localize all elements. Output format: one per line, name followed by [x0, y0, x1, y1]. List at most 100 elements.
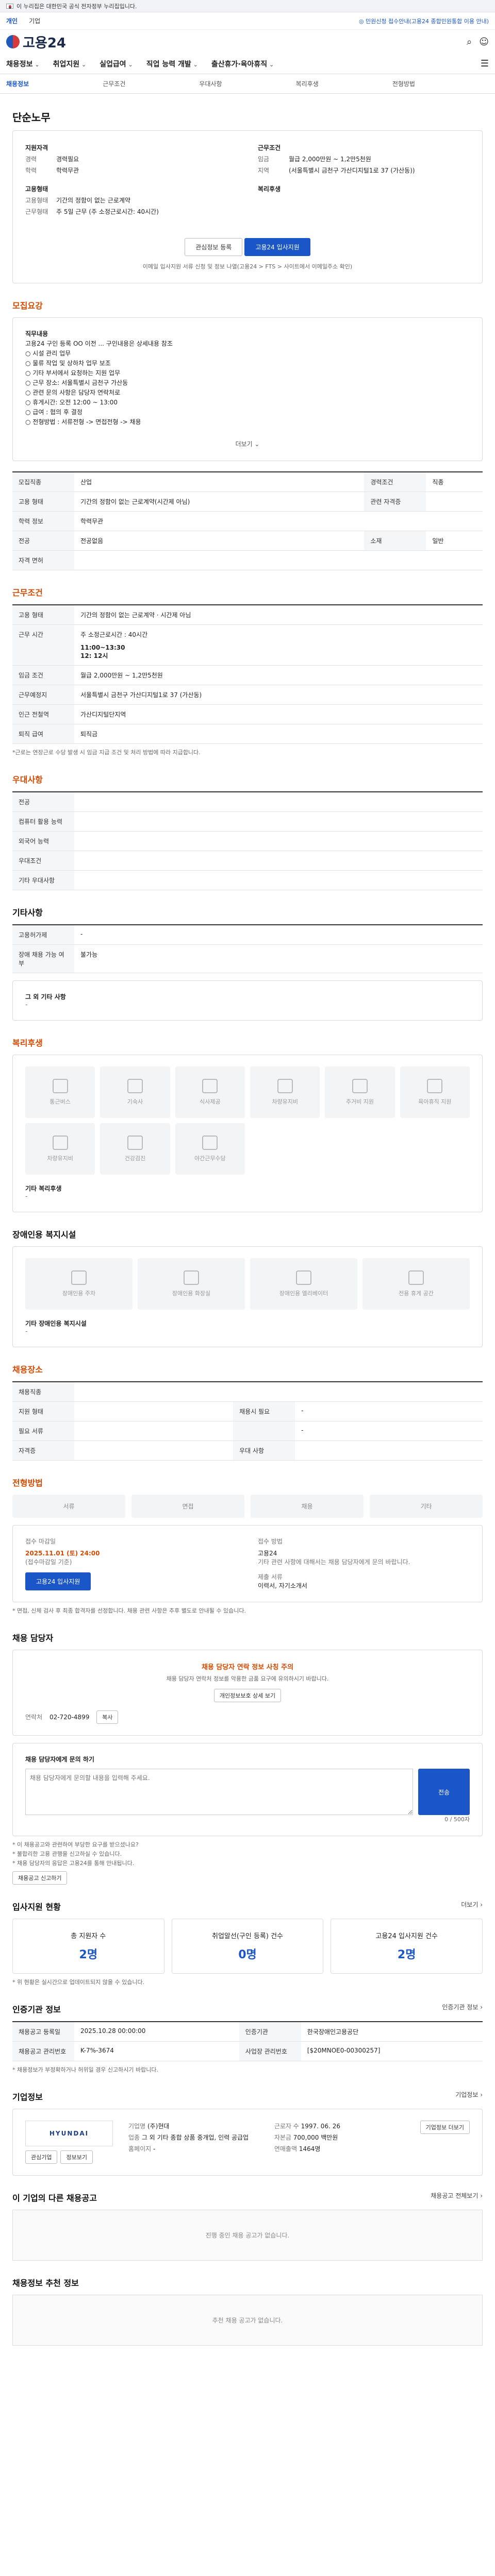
moon-icon — [202, 1136, 218, 1150]
table-header: 자격 면허 — [12, 550, 74, 570]
save-button[interactable]: 관심정보 등록 — [185, 238, 243, 256]
table-cell: - — [295, 1421, 483, 1441]
apply-button[interactable]: 고용24 입사지원 — [244, 238, 310, 256]
summary-label: 경력 — [25, 156, 37, 163]
company-info-button[interactable]: 정보보기 — [60, 2150, 93, 2164]
recruit-line: ○ 관련 문의 사항은 담당자 연락처로 — [25, 389, 121, 396]
table-cell — [426, 492, 483, 512]
welfare-label: 차량유지비 — [272, 1098, 298, 1105]
menu-icon[interactable]: ☰ — [481, 58, 489, 69]
more-button[interactable]: 더보기 ⌄ — [25, 439, 470, 449]
stat-card: 취업알선(구인 등록) 건수 0명 — [171, 1919, 324, 1974]
welfare-label: 기숙사 — [127, 1098, 143, 1105]
report-button[interactable]: 채용공고 신고하기 — [12, 1871, 68, 1885]
top-link-company[interactable]: 기업 — [29, 16, 40, 25]
tab-preferences[interactable]: 우대사항 — [199, 79, 295, 88]
site-logo[interactable]: 고용24 — [6, 32, 66, 52]
preferences-title: 우대사항 — [12, 775, 43, 785]
summary-label: 근무형태 — [25, 208, 48, 215]
company-label: 연매출액 — [274, 2145, 297, 2153]
welfare-label: 육아휴직 지원 — [418, 1098, 452, 1105]
user-icon[interactable]: ☺ — [479, 37, 489, 47]
table-cell — [74, 792, 483, 812]
top-link-personal[interactable]: 개인 — [6, 16, 18, 25]
info-more[interactable]: 인증기관 정보 › — [442, 2003, 483, 2011]
nav-unemployment[interactable]: 실업급여 — [100, 59, 133, 69]
recommend-empty: 추천 채용 공고가 없습니다. — [12, 2295, 483, 2346]
selection-steps: 서류 면접 채용 기타 — [12, 1495, 483, 1518]
main-nav: 채용정보 취업지원 실업급여 직업 능력 개발 출산휴가·육아휴직 ☰ — [0, 54, 495, 74]
search-icon[interactable]: ⌕ — [467, 37, 472, 47]
car-icon — [277, 1079, 293, 1093]
company-more[interactable]: 기업정보 › — [455, 2090, 483, 2099]
stat-label: 고용24 입사지원 건수 — [375, 1933, 438, 1940]
stat-card: 고용24 입사지원 건수 2명 — [331, 1919, 483, 1974]
welfare-title: 복리후생 — [12, 1038, 43, 1048]
meal-icon — [202, 1079, 218, 1093]
company-label: 업종 — [128, 2134, 140, 2141]
table-cell: 한국장애인고용공단 — [301, 2022, 483, 2042]
similar-title: 이 기업의 다른 채용공고 채용공고 전체보기 › — [12, 2191, 483, 2204]
similar-more[interactable]: 채용공고 전체보기 › — [431, 2191, 483, 2200]
stats-title-text: 입사지원 현황 — [12, 1902, 61, 1912]
company-view-button[interactable]: 기업정보 더보기 — [420, 2121, 470, 2134]
welfare-item: 주거비 지원 — [325, 1066, 395, 1118]
toilet-icon — [184, 1270, 199, 1285]
tab-conditions[interactable]: 근무조건 — [103, 79, 199, 88]
other-extra-value: - — [25, 1001, 28, 1009]
tab-selection[interactable]: 전형방법 — [392, 79, 489, 88]
send-button[interactable]: 전송 — [418, 1769, 470, 1815]
table-cell: 기간의 정함이 없는 근로계약 · 시간제 아님 — [74, 605, 483, 625]
disabled-title: 장애인용 복지시설 — [12, 1230, 76, 1240]
table-cell: 2025.10.28 00:00:00 — [74, 2022, 239, 2042]
nav-employment[interactable]: 취업지원 — [53, 59, 87, 69]
step-item: 면접 — [131, 1495, 244, 1518]
privacy-button[interactable]: 개인정보보호 상세 보기 — [213, 1689, 282, 1702]
nav-training[interactable]: 직업 능력 개발 — [146, 59, 198, 69]
table-cell: 산업 — [74, 472, 365, 492]
company-label: 근로자 수 — [274, 2123, 299, 2130]
company-capital: 700,000 백만원 — [293, 2134, 338, 2141]
nav-leave[interactable]: 출산휴가·육아휴직 — [211, 59, 274, 69]
table-cell: 기간의 정함이 없는 근로계약(시간제 아님) — [74, 492, 365, 512]
follow-company-button[interactable]: 관심기업 — [25, 2150, 58, 2164]
recommend-title-text: 채용정보 추천 정보 — [12, 2278, 79, 2288]
selection-footnote: * 면접, 신체 검사 후 최종 합격자를 선정합니다. 채용 관련 사항은 추… — [12, 1607, 246, 1614]
company-label: 자본금 — [274, 2134, 291, 2141]
inquiry-input[interactable] — [25, 1769, 413, 1815]
alert-text: 채용 담당자 연락처 정보를 악용한 금품 요구에 유의하시기 바랍니다. — [166, 1675, 329, 1682]
tab-welfare[interactable]: 복리후생 — [296, 79, 392, 88]
table-cell — [74, 1401, 234, 1421]
method: 고용24 — [258, 1550, 277, 1557]
stats-more[interactable]: 더보기 › — [461, 1900, 483, 1909]
phone-label: 연락처 — [25, 1714, 43, 1721]
header: 고용24 ⌕ ☺ — [0, 30, 495, 54]
break-hours: 12: 12시 — [80, 652, 108, 659]
apply-button-2[interactable]: 고용24 입사지원 — [25, 1572, 91, 1590]
similar-empty: 진행 중인 채용 공고가 없습니다. — [12, 2210, 483, 2261]
recruit-body: 직무내용 고용24 구인 등록 OO 이전 ... 구인내용은 상세내용 참조 … — [12, 317, 483, 461]
table-cell: 주 소정근로시간 : 40시간 — [80, 631, 148, 638]
welfare-other-title: 기타 복리후생 — [25, 1185, 62, 1192]
logo-text: 고용24 — [23, 35, 67, 51]
other-extra-title: 그 외 기타 사항 — [25, 993, 66, 1001]
conditions-table: 고용 형태 기간의 정함이 없는 근로계약 · 시간제 아님 근무 시간 주 소정근… — [12, 604, 483, 744]
nav-jobs[interactable]: 채용정보 — [6, 59, 40, 69]
company-site[interactable]: - — [153, 2145, 155, 2153]
info-note: * 채용정보가 부정확하거나 허위일 경우 신고하시기 바랍니다. — [12, 2066, 158, 2073]
tab-jobs[interactable]: 채용정보 — [6, 79, 103, 88]
bus-icon — [52, 1079, 68, 1093]
deadline-note: (접수마감일 기준) — [25, 1558, 72, 1566]
recruit-line: ○ 휴게시간: 오전 12:00 ~ 13:00 — [25, 399, 118, 406]
top-notice[interactable]: ◎ 민원신청 접수안내(고용24 종합민원통합 이용 안내) — [359, 17, 489, 25]
table-header: 관련 자격증 — [364, 492, 426, 512]
welfare-label: 식사제공 — [200, 1098, 221, 1105]
contact-note: * 채용 담당자의 응답은 고용24를 통해 안내됩니다. — [12, 1860, 135, 1867]
copy-button[interactable]: 복사 — [96, 1710, 119, 1724]
step-item: 기타 — [370, 1495, 483, 1518]
welfare-item: 기숙사 — [100, 1066, 170, 1118]
welfare-item: 차량유지비 — [25, 1123, 95, 1175]
table-header: 채용공고 관리번호 — [12, 2041, 74, 2061]
recruit-line: ○ 물류 작업 및 상하차 업무 보조 — [25, 360, 111, 367]
recruit-line: ○ 전형방법 : 서류전형 -> 면접전형 -> 채용 — [25, 418, 141, 426]
